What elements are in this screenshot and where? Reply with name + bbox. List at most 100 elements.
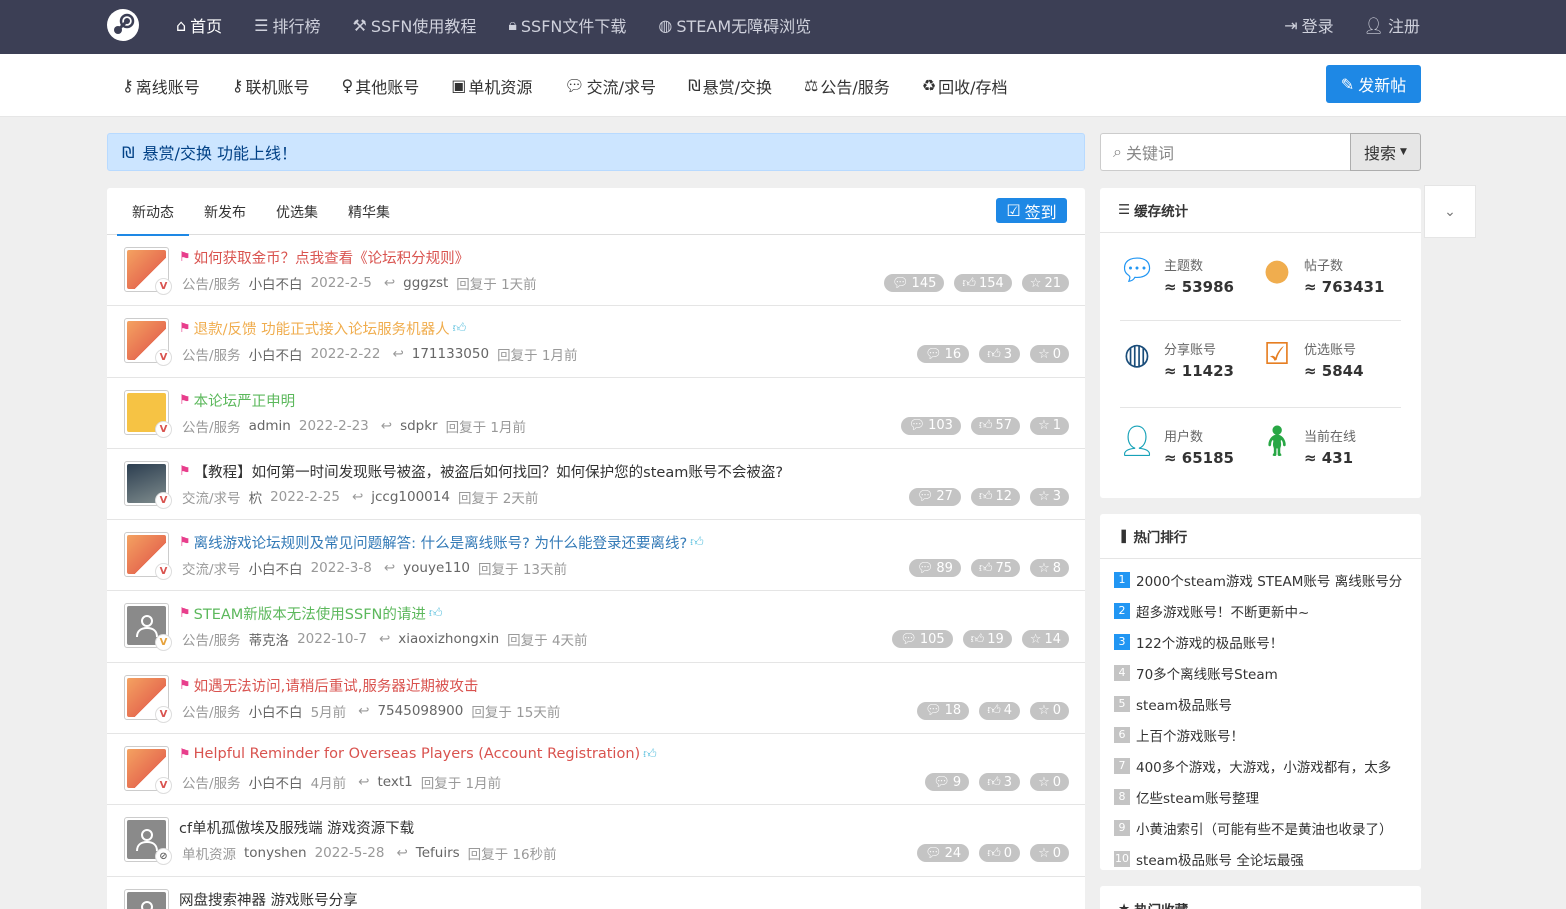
- thread-category[interactable]: 公告/服务: [182, 701, 241, 721]
- star-count: 21: [1044, 275, 1061, 291]
- thread-title-link[interactable]: ⚑ 离线游戏论坛规则及常见问题解答: 什么是离线账号? 为什么能登录还要离线? 👍︎: [179, 532, 704, 553]
- thread-row[interactable]: V ⚑ 离线游戏论坛规则及常见问题解答: 什么是离线账号? 为什么能登录还要离线? 👍…: [107, 520, 1085, 592]
- thread-counts: 💬︎ 105 👍︎ 19 ☆ 14: [892, 630, 1069, 649]
- thread-category[interactable]: 单机资源: [182, 843, 236, 863]
- thread-title-link[interactable]: ⚑ 如遇无法访问,请稍后重试,服务器近期被攻击: [179, 675, 478, 696]
- cat-bounty[interactable]: ₪ 悬赏/交换: [688, 74, 772, 98]
- author-avatar[interactable]: V: [124, 532, 172, 581]
- thread-author[interactable]: 小白不白: [249, 772, 303, 792]
- author-avatar[interactable]: ⊘: [124, 817, 172, 866]
- hot-list-item[interactable]: 1 2000个steam游戏 STEAM账号 离线账号分: [1114, 564, 1414, 595]
- thread-author[interactable]: 小白不白: [249, 273, 303, 293]
- new-post-button[interactable]: ✎ 发新帖: [1326, 65, 1421, 103]
- last-reply-user[interactable]: youye110: [403, 560, 470, 576]
- thread-row[interactable]: V ⚑ STEAM新版本无法使用SSFN的请进 👍︎ 公告/服务 蒂克洛 2022-1…: [107, 591, 1085, 663]
- last-reply-user[interactable]: sdpkr: [400, 418, 438, 434]
- hot-list-item[interactable]: 2 超多游戏账号！不断更新中~: [1114, 595, 1414, 626]
- register-link[interactable]: 👤︎ 注册: [1364, 13, 1420, 37]
- thread-title-link[interactable]: ⚑ 退款/反馈 功能正式接入论坛服务机器人 👍︎: [179, 318, 466, 339]
- cat-offline-accounts[interactable]: ⚷ 离线账号: [122, 74, 200, 98]
- last-reply-user[interactable]: 7545098900: [377, 703, 463, 719]
- author-avatar[interactable]: V: [124, 389, 172, 438]
- thread-author[interactable]: tonyshen: [244, 845, 307, 861]
- collapse-toggle-button[interactable]: ⌄: [1424, 185, 1476, 238]
- thread-author[interactable]: 小白不白: [249, 558, 303, 578]
- reply-time: 回复于 1月前: [445, 419, 526, 436]
- last-reply-user[interactable]: Tefuirs: [416, 845, 460, 861]
- author-avatar[interactable]: V: [124, 318, 172, 367]
- thread-category[interactable]: 公告/服务: [182, 772, 241, 792]
- author-avatar[interactable]: V: [124, 247, 172, 295]
- thread-title-link[interactable]: ⚑ 【教程】如何第一时间发现账号被盗，被盗后如何找回？如何保护您的steam账号不…: [179, 461, 783, 482]
- thread-category[interactable]: 交流/求号: [182, 487, 241, 507]
- author-avatar[interactable]: V: [124, 746, 172, 795]
- nav-home[interactable]: ⌂ 首页: [160, 13, 238, 37]
- thread-title-link[interactable]: ⚑ 如何获取金币？点我查看《论坛积分规则》: [179, 247, 469, 268]
- thread-category[interactable]: 公告/服务: [182, 629, 241, 649]
- thread-title-link[interactable]: ⚑ STEAM新版本无法使用SSFN的请进 👍︎: [179, 603, 443, 624]
- author-avatar[interactable]: V: [124, 460, 172, 509]
- cat-other-accounts[interactable]: ♀ 其他账号: [341, 74, 419, 98]
- thread-title-link[interactable]: cf单机孤傲埃及服残端 游戏资源下载: [179, 817, 414, 838]
- author-avatar[interactable]: V: [124, 888, 169, 909]
- author-avatar[interactable]: V: [124, 603, 172, 652]
- search-input[interactable]: ⌕ 关键词: [1100, 133, 1350, 171]
- thread-row[interactable]: V ⚑ Helpful Reminder for Overseas Players …: [107, 734, 1085, 806]
- nav-ssfn-download[interactable]: 🔒︎ SSFN文件下载: [492, 13, 642, 37]
- thread-author[interactable]: 柼: [249, 487, 263, 507]
- nav-ranking[interactable]: ☰ 排行榜: [238, 13, 336, 37]
- thread-author[interactable]: 小白不白: [249, 701, 303, 721]
- tab-featured[interactable]: 优选集: [261, 188, 333, 235]
- cat-online-accounts[interactable]: ⚷ 联机账号: [232, 74, 310, 98]
- hot-list-item[interactable]: 7 400多个游戏，大游戏，小游戏都有，太多: [1114, 750, 1414, 781]
- nav-ssfn-tutorial[interactable]: ⚒ SSFN使用教程: [337, 13, 493, 37]
- last-reply-user[interactable]: xiaoxizhongxin: [398, 631, 499, 647]
- thread-title-link[interactable]: 网盘搜索神器 游戏账号分享: [179, 889, 358, 909]
- hot-list-item[interactable]: 8 亿些steam账号整理: [1114, 781, 1414, 812]
- thread-row[interactable]: V ⚑ 如何获取金币？点我查看《论坛积分规则》 公告/服务 小白不白 2022-2-…: [107, 235, 1085, 307]
- last-reply-user[interactable]: gggzst: [403, 275, 448, 291]
- thread-category[interactable]: 公告/服务: [182, 344, 241, 364]
- cat-announcements[interactable]: ⚖ 公告/服务: [804, 74, 890, 98]
- thread-row[interactable]: V ⚑ 本论坛严正申明 公告/服务 admin 2022-2-23 ↩ sdpkr …: [107, 378, 1085, 449]
- tab-new-posts[interactable]: 新发布: [189, 188, 261, 235]
- steam-logo-icon[interactable]: [107, 9, 139, 41]
- thread-category[interactable]: 交流/求号: [182, 558, 241, 578]
- thread-author[interactable]: admin: [249, 418, 291, 434]
- tab-essence[interactable]: 精华集: [333, 188, 405, 235]
- hot-list-item[interactable]: 5 steam极品账号: [1114, 688, 1414, 719]
- thread-category[interactable]: 公告/服务: [182, 273, 241, 293]
- thread-title-link[interactable]: ⚑ Helpful Reminder for Overseas Players (…: [179, 746, 657, 762]
- hot-list-item[interactable]: 3 122个游戏的极品账号！: [1114, 626, 1414, 657]
- thread-author[interactable]: 小白不白: [249, 344, 303, 364]
- login-link[interactable]: ⇥ 登录: [1284, 13, 1333, 37]
- last-reply-user[interactable]: jccg100014: [371, 489, 450, 505]
- reply-time: 回复于 2天前: [457, 490, 539, 507]
- thread-category[interactable]: 公告/服务: [182, 416, 241, 436]
- author-avatar[interactable]: V: [124, 674, 172, 723]
- thumbs-up-icon: 👍︎: [978, 489, 993, 505]
- hot-list-item[interactable]: 4 70多个离线账号Steam: [1114, 657, 1414, 688]
- thread-author[interactable]: 蒂克洛: [249, 629, 290, 649]
- thread-row[interactable]: V ⚑ 退款/反馈 功能正式接入论坛服务机器人 👍︎ 公告/服务 小白不白 2022-…: [107, 306, 1085, 378]
- thread-title: 本论坛严正申明: [193, 393, 296, 410]
- nav-steam-browse[interactable]: ◍ STEAM无障碍浏览: [642, 13, 827, 37]
- thread-row[interactable]: V ⚑ 【教程】如何第一时间发现账号被盗，被盗后如何找回？如何保护您的steam账号…: [107, 449, 1085, 521]
- last-reply-user[interactable]: 171133050: [412, 346, 489, 362]
- thread-row[interactable]: ⊘ cf单机孤傲埃及服残端 游戏资源下载 单机资源 tonyshen 2022-5…: [107, 805, 1085, 877]
- fav-header: ★热门收藏: [1100, 886, 1421, 909]
- cat-label: 交流/求号: [586, 77, 657, 97]
- last-reply-user[interactable]: text1: [377, 774, 412, 790]
- hot-list-item[interactable]: 6 上百个游戏账号！: [1114, 719, 1414, 750]
- thread-title-link[interactable]: ⚑ 本论坛严正申明: [179, 390, 295, 411]
- cat-single-player[interactable]: ▣ 单机资源: [451, 74, 532, 98]
- search-button[interactable]: 搜索 ▼: [1350, 133, 1421, 171]
- cat-discussion[interactable]: 💬︎ 交流/求号: [564, 74, 656, 98]
- hot-list-item[interactable]: 9 小黄油索引（可能有些不是黄油也收录了）: [1114, 812, 1414, 843]
- thread-row[interactable]: V 网盘搜索神器 游戏账号分享: [107, 877, 1085, 909]
- hot-list-item[interactable]: 10 steam极品账号 全论坛最强: [1114, 843, 1414, 874]
- cat-recycle[interactable]: ♻ 回收/存档: [922, 74, 1008, 98]
- checkin-button[interactable]: ☑ 签到: [996, 198, 1067, 223]
- tab-latest-activity[interactable]: 新动态: [117, 188, 189, 236]
- thread-row[interactable]: V ⚑ 如遇无法访问,请稍后重试,服务器近期被攻击 公告/服务 小白不白 5月前 ↩…: [107, 663, 1085, 735]
